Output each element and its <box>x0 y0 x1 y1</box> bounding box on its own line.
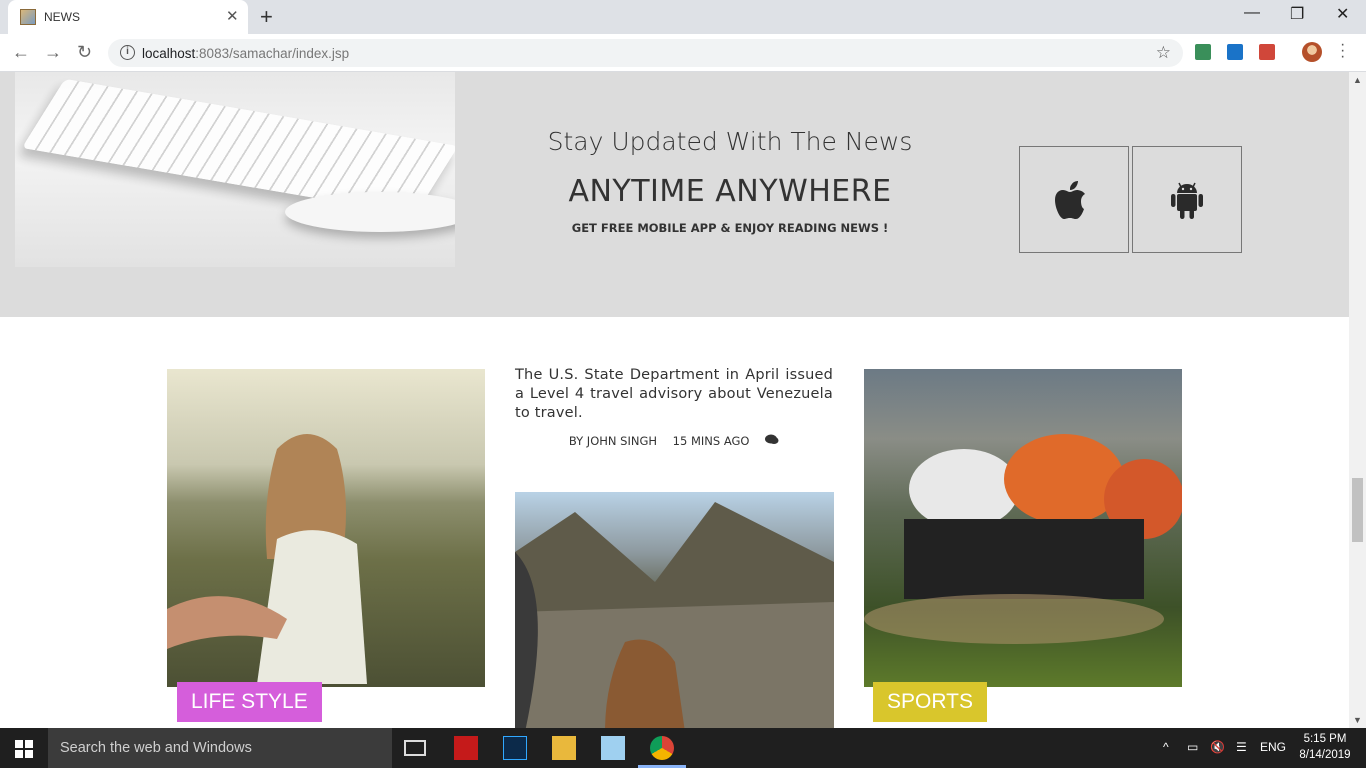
url-text[interactable]: localhost:8083/samachar/index.jsp <box>142 46 349 61</box>
article-time: 15 MINS AGO <box>672 434 750 448</box>
reload-icon[interactable]: ↻ <box>77 42 92 63</box>
keyboard-image <box>15 72 455 267</box>
bookmark-star-icon[interactable]: ☆ <box>1156 43 1171 63</box>
android-store-button[interactable] <box>1132 146 1242 253</box>
address-bar[interactable]: i localhost:8083/samachar/index.jsp ☆ <box>108 39 1183 67</box>
taskbar-search-box[interactable]: Search the web and Windows <box>48 728 392 768</box>
adobe-reader-icon[interactable] <box>454 736 478 760</box>
forward-arrow-icon[interactable]: → <box>44 42 62 63</box>
lifestyle-category-tag[interactable]: LIFE STYLE <box>177 682 322 722</box>
clock-time: 5:15 PM <box>1303 733 1347 745</box>
promo-subtext: GET FREE MOBILE APP & ENJOY READING NEWS… <box>571 221 889 235</box>
extension-search-icon[interactable] <box>1227 44 1243 60</box>
volume-muted-icon[interactable]: 🔇 <box>1210 740 1225 754</box>
promo-tagline: ANYTIME ANYWHERE <box>568 174 892 209</box>
app-promo-banner: Stay Updated With The News ANYTIME ANYWH… <box>0 72 1349 317</box>
browser-toolbar: ← → ↻ i localhost:8083/samachar/index.js… <box>0 34 1366 72</box>
comments-icon[interactable] <box>765 434 779 448</box>
windows-start-icon[interactable] <box>15 740 33 758</box>
language-indicator[interactable]: ENG <box>1260 740 1286 754</box>
battery-icon[interactable]: ▭ <box>1187 740 1198 754</box>
sports-article-image[interactable] <box>864 369 1182 687</box>
article-meta: BY JOHN SINGH 15 MINS AGO <box>515 434 833 448</box>
scrollbar-thumb[interactable] <box>1352 478 1363 542</box>
browser-tab-bar: NEWS ✕ + — ❐ ✕ <box>0 0 1366 34</box>
travel-article-image[interactable] <box>515 492 834 728</box>
apple-store-button[interactable] <box>1019 146 1129 253</box>
browser-tab[interactable]: NEWS ✕ <box>8 0 248 34</box>
scroll-down-arrow-icon[interactable]: ▼ <box>1353 715 1362 725</box>
url-path: :8083/samachar/index.jsp <box>195 46 350 61</box>
article-author: BY JOHN SINGH <box>568 434 658 448</box>
android-icon <box>1171 182 1203 219</box>
lifestyle-photo <box>167 434 367 684</box>
promo-headline: Stay Updated With The News <box>547 127 913 156</box>
site-favicon-icon <box>20 9 36 25</box>
minimize-button[interactable]: — <box>1244 4 1260 22</box>
extension-pdf-icon[interactable] <box>1259 44 1275 60</box>
apple-icon <box>1055 181 1085 219</box>
chrome-icon[interactable] <box>650 736 674 760</box>
extension-sheets-icon[interactable] <box>1195 44 1211 60</box>
tray-chevron-icon[interactable]: ^ <box>1163 740 1169 754</box>
new-tab-button[interactable]: + <box>260 4 273 30</box>
promo-text: Stay Updated With The News ANYTIME ANYWH… <box>500 127 960 235</box>
profile-avatar[interactable] <box>1302 42 1322 62</box>
mouse-shape <box>285 192 455 232</box>
lifestyle-article-image[interactable] <box>167 369 485 687</box>
photoshop-icon[interactable] <box>503 736 527 760</box>
url-host: localhost <box>142 46 196 61</box>
travel-photo <box>515 502 834 728</box>
page-scrollbar[interactable]: ▲ ▼ <box>1349 72 1366 728</box>
menu-kebab-icon[interactable]: · · · <box>1340 37 1345 65</box>
app-cube-icon[interactable] <box>601 736 625 760</box>
tab-title: NEWS <box>44 10 80 24</box>
file-explorer-icon[interactable] <box>552 736 576 760</box>
taskbar-clock[interactable]: 5:15 PM 8/14/2019 <box>1294 731 1356 763</box>
windows-taskbar: Search the web and Windows ^ ▭ 🔇 ☰ ENG 5… <box>0 728 1366 768</box>
tab-close-icon[interactable]: ✕ <box>226 7 239 25</box>
notifications-icon[interactable]: ☰ <box>1236 740 1247 754</box>
clock-date: 8/14/2019 <box>1299 749 1351 761</box>
back-arrow-icon[interactable]: ← <box>12 42 30 63</box>
featured-article-text[interactable]: The U.S. State Department in April issue… <box>515 366 833 423</box>
taskbar-search-placeholder: Search the web and Windows <box>60 740 252 756</box>
task-view-icon[interactable] <box>404 740 426 756</box>
page-viewport: Stay Updated With The News ANYTIME ANYWH… <box>0 72 1349 728</box>
window-close-button[interactable]: ✕ <box>1336 4 1349 24</box>
site-info-icon[interactable]: i <box>120 45 135 60</box>
sports-photo <box>864 434 1182 644</box>
sports-category-tag[interactable]: SPORTS <box>873 682 987 722</box>
scroll-up-arrow-icon[interactable]: ▲ <box>1353 75 1362 85</box>
restore-button[interactable]: ❐ <box>1290 4 1304 24</box>
